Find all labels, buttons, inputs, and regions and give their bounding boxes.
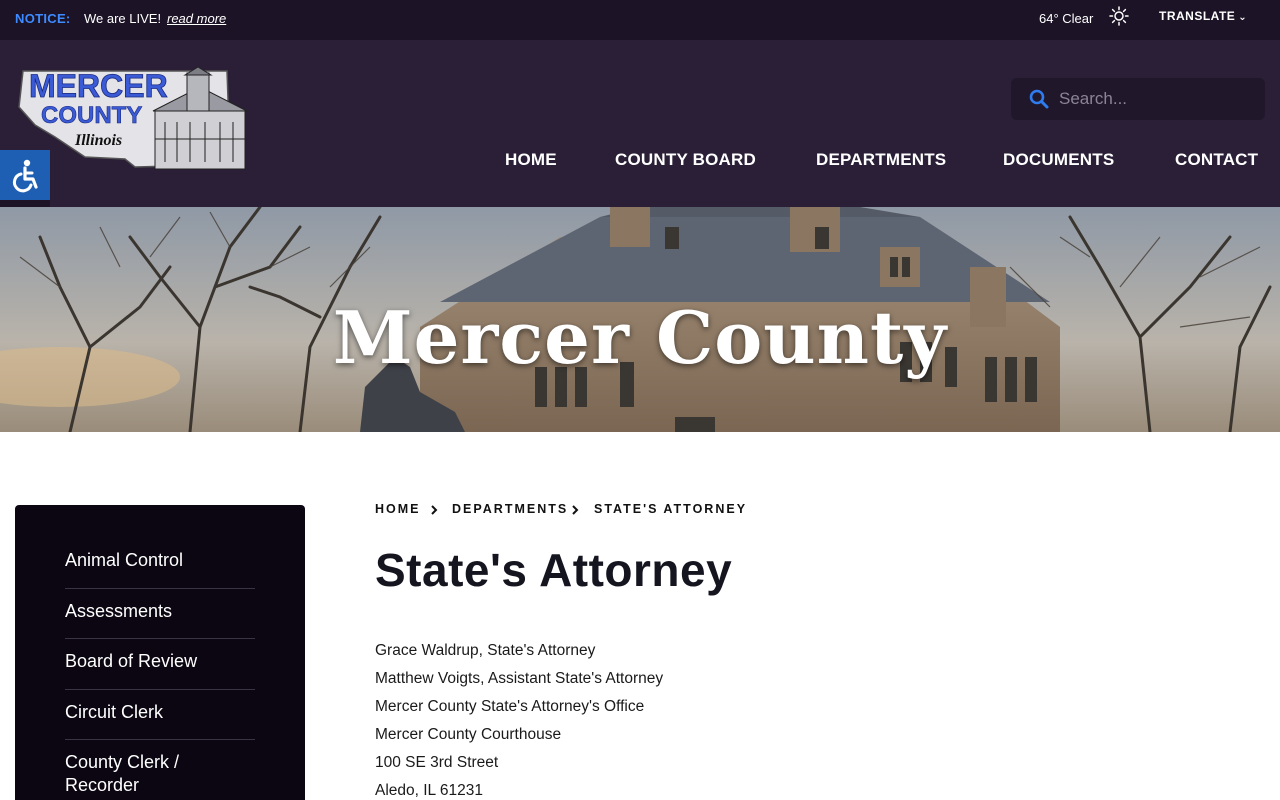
info-line: Aledo, IL 61231 xyxy=(375,782,484,799)
department-sidebar: Animal Control Assessments Board of Revi… xyxy=(15,505,305,800)
notice-text: We are LIVE! xyxy=(84,11,162,26)
chevron-down-icon: ⌄ xyxy=(1238,12,1248,23)
sidebar-divider xyxy=(65,689,255,690)
nav-county-board[interactable]: COUNTY BOARD xyxy=(615,150,756,170)
sidebar-item-assessments[interactable]: Assessments xyxy=(65,600,255,623)
info-line: Matthew Voigts, Assistant State's Attorn… xyxy=(375,670,664,687)
wheelchair-icon xyxy=(12,159,38,193)
translate-label: TRANSLATE xyxy=(1159,9,1236,23)
sun-icon xyxy=(1109,6,1129,26)
weather-text: 64° Clear xyxy=(1039,11,1094,26)
sidebar-item-county-clerk-recorder[interactable]: County Clerk / Recorder xyxy=(65,751,255,797)
search-input[interactable] xyxy=(1059,78,1259,120)
notice-label: NOTICE: xyxy=(15,11,71,26)
notice-read-more-link[interactable]: read more xyxy=(167,11,226,26)
sidebar-item-board-of-review[interactable]: Board of Review xyxy=(65,650,255,673)
search-box xyxy=(1011,78,1265,120)
breadcrumb-departments[interactable]: DEPARTMENTS xyxy=(452,502,568,516)
logo-line2: COUNTY xyxy=(41,102,142,129)
info-line: Mercer County State's Attorney's Office xyxy=(375,698,645,715)
sidebar-divider xyxy=(65,588,255,589)
sidebar-divider xyxy=(65,638,255,639)
info-line: 100 SE 3rd Street xyxy=(375,754,499,771)
breadcrumb-home[interactable]: HOME xyxy=(375,502,421,516)
accessibility-button[interactable] xyxy=(0,150,50,200)
site-header: MERCER COUNTY Illinois HOME COUNTY BOARD… xyxy=(0,40,1280,207)
main-nav: HOME COUNTY BOARD DEPARTMENTS DOCUMENTS … xyxy=(0,150,1280,174)
nav-home[interactable]: HOME xyxy=(505,150,557,170)
notice-bar: NOTICE: We are LIVE! read more 64° Clear… xyxy=(0,0,1280,40)
sidebar-item-animal-control[interactable]: Animal Control xyxy=(65,549,255,572)
nav-contact[interactable]: CONTACT xyxy=(1175,150,1258,170)
info-line: Mercer County Courthouse xyxy=(375,726,562,743)
sidebar-divider xyxy=(65,739,255,740)
page-title: State's Attorney xyxy=(375,544,733,596)
logo-line3: Illinois xyxy=(74,132,122,149)
hero-banner: Mercer County xyxy=(0,207,1280,432)
nav-departments[interactable]: DEPARTMENTS xyxy=(816,150,946,170)
nav-documents[interactable]: DOCUMENTS xyxy=(1003,150,1114,170)
info-line: Grace Waldrup, State's Attorney xyxy=(375,642,596,659)
hero-title: Mercer County xyxy=(332,295,948,380)
search-icon[interactable] xyxy=(1029,89,1049,109)
breadcrumb-current: STATE'S ATTORNEY xyxy=(594,502,748,516)
chevron-right-icon xyxy=(572,505,579,515)
sidebar-item-circuit-clerk[interactable]: Circuit Clerk xyxy=(65,701,255,724)
logo-line1: MERCER xyxy=(29,68,168,104)
chevron-right-icon xyxy=(431,505,438,515)
translate-dropdown[interactable]: TRANSLATE ⌄ xyxy=(1159,9,1247,23)
